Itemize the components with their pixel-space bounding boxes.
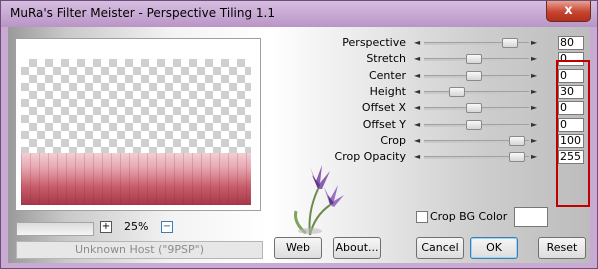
slider-right-arrow-icon[interactable]: ►	[531, 134, 537, 148]
filter-dialog-window: MuRa's Filter Meister - Perspective Tili…	[0, 0, 598, 269]
param-slider[interactable]: ◄ ►	[414, 134, 539, 148]
slider-right-arrow-icon[interactable]: ►	[531, 52, 537, 66]
slider-thumb[interactable]	[466, 103, 482, 113]
slider-thumb[interactable]	[466, 71, 482, 81]
cancel-button[interactable]: Cancel	[416, 237, 464, 259]
param-slider[interactable]: ◄ ►	[414, 150, 539, 164]
slider-thumb[interactable]	[449, 87, 465, 97]
ok-button[interactable]: OK	[470, 237, 518, 259]
slider-thumb[interactable]	[509, 136, 525, 146]
preview-panel[interactable]	[15, 38, 261, 211]
slider-thumb[interactable]	[466, 120, 482, 130]
slider-left-arrow-icon[interactable]: ◄	[414, 150, 420, 164]
param-slider[interactable]: ◄ ►	[414, 101, 539, 115]
dialog-client-area: + 25% − Unknown Host ("9PSP") Perspectiv…	[8, 27, 590, 263]
slider-groove[interactable]	[424, 91, 529, 94]
slider-left-arrow-icon[interactable]: ◄	[414, 134, 420, 148]
title-bar[interactable]: MuRa's Filter Meister - Perspective Tili…	[1, 1, 597, 27]
zoom-scrollbar[interactable]	[16, 222, 94, 236]
param-label: Stretch	[366, 52, 406, 65]
slider-left-arrow-icon[interactable]: ◄	[414, 85, 420, 99]
param-slider[interactable]: ◄ ►	[414, 52, 539, 66]
param-value-field[interactable]: 80	[558, 36, 584, 50]
slider-thumb[interactable]	[466, 54, 482, 64]
crop-bg-color-label: Crop BG Color	[430, 210, 508, 223]
reset-button[interactable]: Reset	[538, 237, 586, 259]
zoom-in-button[interactable]: +	[100, 221, 112, 233]
param-label: Offset Y	[362, 118, 406, 131]
zoom-out-button[interactable]: −	[161, 221, 173, 233]
slider-left-arrow-icon[interactable]: ◄	[414, 69, 420, 83]
slider-thumb[interactable]	[502, 38, 518, 48]
param-slider[interactable]: ◄ ►	[414, 118, 539, 132]
slider-right-arrow-icon[interactable]: ►	[531, 150, 537, 164]
slider-right-arrow-icon[interactable]: ►	[531, 101, 537, 115]
about-button[interactable]: About...	[333, 237, 381, 259]
values-highlight-frame	[556, 60, 590, 207]
crop-bg-color-checkbox[interactable]	[416, 211, 428, 223]
param-slider[interactable]: ◄ ►	[414, 85, 539, 99]
slider-right-arrow-icon[interactable]: ►	[531, 85, 537, 99]
host-status: Unknown Host ("9PSP")	[16, 241, 263, 259]
param-label: Crop Opacity	[334, 150, 406, 163]
crop-bg-color-swatch[interactable]	[514, 207, 548, 227]
slider-left-arrow-icon[interactable]: ◄	[414, 52, 420, 66]
param-label: Perspective	[342, 36, 406, 49]
slider-right-arrow-icon[interactable]: ►	[531, 36, 537, 50]
slider-thumb[interactable]	[509, 152, 525, 162]
zoom-level: 25%	[124, 220, 149, 233]
flower-logo-icon	[294, 165, 344, 236]
preview-image[interactable]	[21, 59, 251, 205]
slider-left-arrow-icon[interactable]: ◄	[414, 118, 420, 132]
param-label: Center	[368, 69, 406, 82]
slider-left-arrow-icon[interactable]: ◄	[414, 36, 420, 50]
param-label: Crop	[380, 134, 406, 147]
param-slider[interactable]: ◄ ►	[414, 69, 539, 83]
web-button[interactable]: Web	[274, 237, 322, 259]
param-slider[interactable]: ◄ ►	[414, 36, 539, 50]
window-title: MuRa's Filter Meister - Perspective Tili…	[10, 6, 275, 20]
slider-right-arrow-icon[interactable]: ►	[531, 69, 537, 83]
param-label: Height	[369, 85, 406, 98]
slider-left-arrow-icon[interactable]: ◄	[414, 101, 420, 115]
param-label: Offset X	[361, 101, 406, 114]
close-button[interactable]: x	[546, 1, 591, 22]
slider-right-arrow-icon[interactable]: ►	[531, 118, 537, 132]
